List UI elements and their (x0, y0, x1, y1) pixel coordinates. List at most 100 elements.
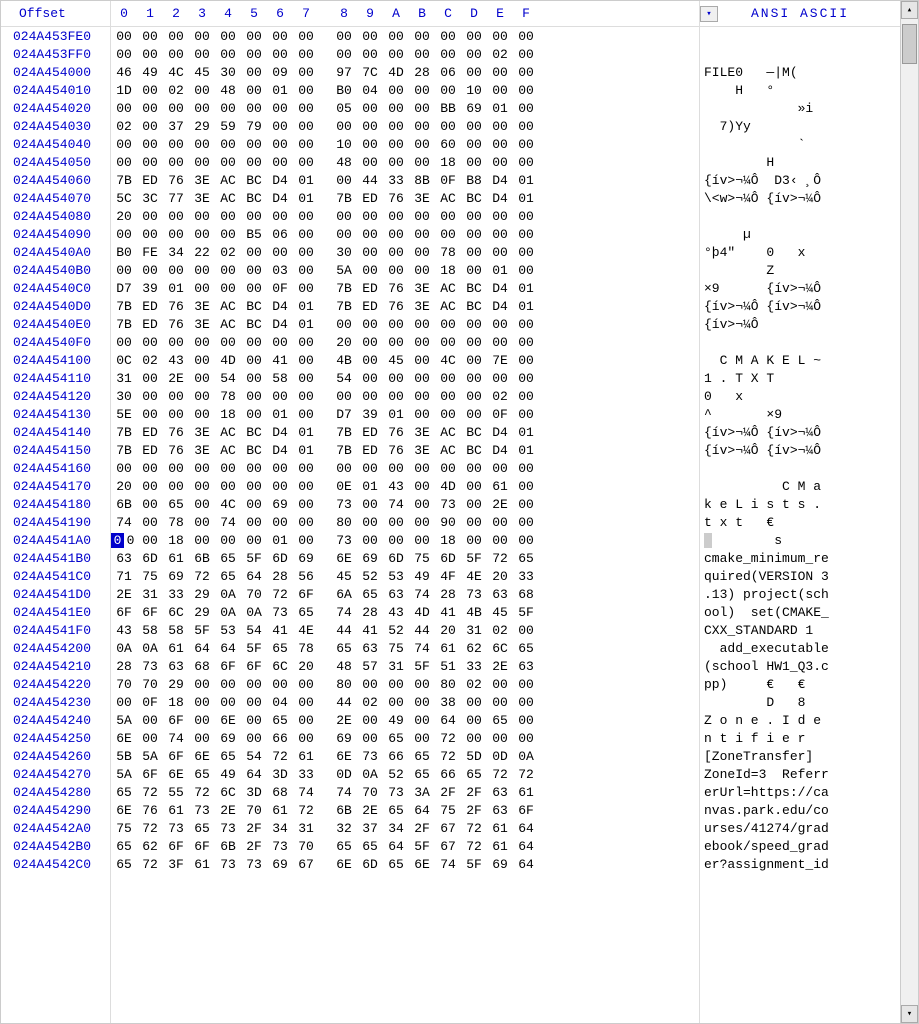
hex-byte[interactable]: 73 (163, 821, 189, 836)
hex-byte[interactable]: 00 (461, 515, 487, 530)
hex-byte[interactable]: 28 (357, 605, 383, 620)
hex-byte[interactable]: 43 (383, 479, 409, 494)
hex-byte[interactable]: 00 (383, 695, 409, 710)
hex-col-header[interactable]: D (461, 6, 487, 21)
hex-byte[interactable]: 65 (163, 497, 189, 512)
ascii-row[interactable]: ×9 {ív>¬¼Ô (700, 281, 900, 296)
hex-byte[interactable]: 0E (331, 479, 357, 494)
hex-byte[interactable]: 01 (267, 83, 293, 98)
hex-byte[interactable]: 80 (435, 677, 461, 692)
hex-byte[interactable]: 00 (487, 317, 513, 332)
hex-byte[interactable]: 78 (435, 245, 461, 260)
hex-byte[interactable]: 61 (189, 857, 215, 872)
hex-byte[interactable]: 00 (409, 137, 435, 152)
hex-byte[interactable]: 00 (513, 731, 539, 746)
hex-byte[interactable]: 00 (293, 83, 319, 98)
hex-byte[interactable]: 65 (189, 767, 215, 782)
hex-byte[interactable]: 00 (241, 83, 267, 98)
hex-byte[interactable]: 00 (293, 245, 319, 260)
hex-byte[interactable]: 00 (293, 407, 319, 422)
hex-byte[interactable]: 73 (331, 533, 357, 548)
ascii-row[interactable]: FILE0 —|M( (700, 65, 900, 80)
hex-byte[interactable]: 00 (357, 263, 383, 278)
hex-byte[interactable]: 76 (383, 425, 409, 440)
hex-byte[interactable]: 70 (357, 785, 383, 800)
hex-byte[interactable]: 00 (189, 281, 215, 296)
hex-row[interactable]: 7BED763EACBCD4010044338B0FB8D401 (111, 173, 699, 188)
hex-byte[interactable]: BC (241, 191, 267, 206)
scroll-track[interactable] (901, 19, 918, 1005)
hex-byte[interactable]: 37 (357, 821, 383, 836)
offset-value[interactable]: 024A4541B0 (1, 551, 110, 566)
hex-byte[interactable]: 00 (189, 677, 215, 692)
hex-byte[interactable]: 4B (461, 605, 487, 620)
vertical-scrollbar[interactable]: ▴ ▾ (900, 1, 918, 1023)
hex-byte[interactable]: 65 (461, 767, 487, 782)
offset-value[interactable]: 024A4542A0 (1, 821, 110, 836)
ascii-row[interactable]: t x t € (700, 515, 900, 530)
hex-byte[interactable]: 3E (189, 425, 215, 440)
hex-byte[interactable]: 33 (461, 659, 487, 674)
hex-byte[interactable]: 00 (163, 47, 189, 62)
hex-byte[interactable]: 31 (383, 659, 409, 674)
hex-byte[interactable]: 00 (215, 479, 241, 494)
hex-byte[interactable]: 00 (487, 65, 513, 80)
hex-byte[interactable]: 00 (513, 515, 539, 530)
hex-byte[interactable]: 75 (383, 641, 409, 656)
hex-byte[interactable]: 76 (383, 191, 409, 206)
hex-byte[interactable]: D4 (267, 425, 293, 440)
hex-byte[interactable]: 65 (383, 857, 409, 872)
hex-byte[interactable]: 00 (461, 533, 487, 548)
hex-byte[interactable]: 00 (293, 281, 319, 296)
hex-byte[interactable]: 3F (163, 857, 189, 872)
hex-byte[interactable]: 00 (111, 47, 137, 62)
hex-byte[interactable]: 00 (383, 371, 409, 386)
hex-byte[interactable]: 00 (111, 137, 137, 152)
hex-byte[interactable]: 2E (111, 587, 137, 602)
hex-byte[interactable]: 7B (331, 191, 357, 206)
hex-byte[interactable]: BC (461, 191, 487, 206)
hex-row[interactable]: 6E7661732E7061726B2E6564752F636F (111, 803, 699, 818)
hex-byte[interactable]: 00 (215, 227, 241, 242)
hex-byte[interactable]: 61 (267, 803, 293, 818)
hex-byte[interactable]: 6E (331, 551, 357, 566)
hex-byte[interactable]: 00 (383, 677, 409, 692)
hex-byte[interactable]: 00 (241, 101, 267, 116)
hex-byte[interactable]: 00 (513, 371, 539, 386)
hex-byte[interactable]: 00 (293, 227, 319, 242)
hex-byte[interactable]: 00 (409, 713, 435, 728)
hex-byte[interactable]: 00 (137, 83, 163, 98)
offset-value[interactable]: 024A4542B0 (1, 839, 110, 854)
hex-byte[interactable]: 64 (513, 857, 539, 872)
hex-byte[interactable]: 00 (461, 317, 487, 332)
hex-byte[interactable]: 65 (487, 713, 513, 728)
hex-byte[interactable]: 00 (461, 263, 487, 278)
hex-byte[interactable]: 00 (357, 317, 383, 332)
hex-byte[interactable]: 7B (111, 299, 137, 314)
hex-col-header[interactable]: C (435, 6, 461, 21)
hex-byte[interactable]: 01 (163, 281, 189, 296)
hex-byte[interactable]: 56 (293, 569, 319, 584)
hex-byte[interactable]: 70 (241, 587, 267, 602)
hex-byte[interactable]: 00 (461, 695, 487, 710)
hex-byte[interactable]: 00 (409, 407, 435, 422)
hex-byte[interactable]: 0F (137, 695, 163, 710)
hex-byte[interactable]: 72 (293, 803, 319, 818)
hex-byte[interactable]: 00 (513, 479, 539, 494)
hex-byte[interactable]: 6F (215, 659, 241, 674)
hex-byte[interactable]: 00 (409, 227, 435, 242)
hex-byte[interactable]: 34 (383, 821, 409, 836)
hex-byte[interactable]: 72 (189, 785, 215, 800)
hex-byte[interactable]: 00 (461, 155, 487, 170)
hex-byte[interactable]: 00 (409, 155, 435, 170)
hex-byte[interactable]: 00 (383, 335, 409, 350)
hex-byte[interactable]: 73 (461, 587, 487, 602)
hex-byte[interactable]: 0A (215, 605, 241, 620)
hex-col-header[interactable]: 9 (357, 6, 383, 21)
hex-byte[interactable]: 4E (461, 569, 487, 584)
hex-byte[interactable]: 00 (215, 209, 241, 224)
hex-row[interactable]: 00000000000000000000000000000200 (111, 47, 699, 62)
hex-byte[interactable]: 2E (487, 497, 513, 512)
hex-byte[interactable]: 41 (435, 605, 461, 620)
hex-byte[interactable]: 00 (513, 119, 539, 134)
